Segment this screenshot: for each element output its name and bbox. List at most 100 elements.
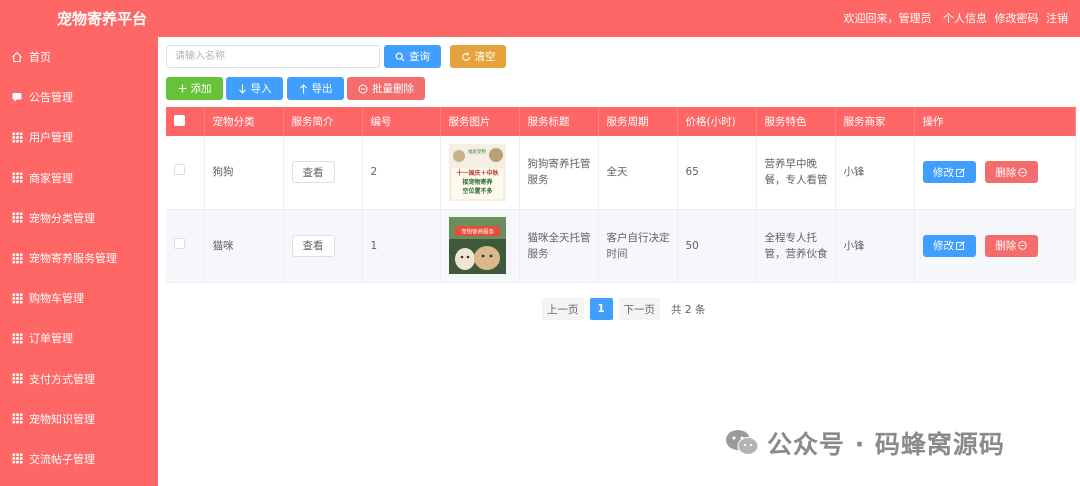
row-select-cell: [166, 136, 205, 210]
grid-icon: [10, 171, 24, 185]
arrow-down-icon: [238, 84, 246, 94]
edit-button[interactable]: 修改: [922, 161, 976, 184]
number-cell: 2: [362, 136, 441, 210]
column-header: 服务标题: [519, 107, 599, 136]
sidebar-item-label: 宠物分类管理: [29, 211, 95, 225]
grid-icon: [10, 211, 24, 225]
delete-button[interactable]: 删除: [984, 161, 1038, 184]
sidebar-item-label: 订单管理: [29, 332, 73, 346]
sidebar-item[interactable]: 购物车管理: [0, 278, 158, 318]
column-header: 服务周期: [598, 107, 678, 136]
actions-cell: 修改 删除: [914, 209, 1076, 283]
table-header-row: 宠物分类 服务简介 编号 服务图片 服务标题 服务周期 价格(小时) 服务特色 …: [166, 107, 1076, 136]
image-line-2: 接宠物寄养: [461, 178, 493, 186]
sidebar-item[interactable]: 公告管理: [0, 77, 158, 117]
merchant-cell: 小锋: [835, 209, 915, 283]
column-header: 服务图片: [440, 107, 520, 136]
view-intro-button[interactable]: 查看: [291, 234, 335, 257]
logout-link[interactable]: 注销: [1046, 12, 1068, 25]
column-header: 操作: [914, 107, 1076, 136]
batch-delete-button[interactable]: 批量删除: [347, 77, 425, 100]
prev-page-button[interactable]: 上一页: [542, 298, 584, 320]
header-user-area: 欢迎回来，管理员 个人信息 修改密码 注销: [840, 10, 1069, 26]
wechat-icon: [726, 430, 759, 455]
image-line-3: 空位置不多: [462, 187, 492, 195]
refresh-icon: [461, 51, 470, 61]
name-search-input[interactable]: [166, 45, 380, 68]
title-cell: 猫咪全天托管服务: [519, 209, 599, 283]
sidebar-item-label: 用户管理: [29, 131, 73, 145]
sidebar-item[interactable]: 交流帖子管理: [0, 439, 158, 479]
table-row: 狗狗 查看 2 福星宠物 十一国庆＋中秋 接宠物寄养 空位置不多 狗狗寄养托管服…: [166, 136, 1076, 210]
image-cell: 宠物寄养服务: [440, 209, 520, 283]
column-header: 编号: [362, 107, 441, 136]
intro-cell: 查看: [283, 209, 363, 283]
home-icon: [10, 50, 24, 64]
minus-circle-icon: [358, 84, 368, 93]
edit-icon: [956, 167, 965, 177]
add-button[interactable]: 添加: [166, 77, 223, 100]
top-header: 宠物寄养平台 欢迎回来，管理员 个人信息 修改密码 注销: [0, 0, 1080, 37]
cat-service-image: 宠物寄养服务: [448, 217, 506, 274]
grid-icon: [10, 130, 24, 144]
grid-icon: [10, 331, 24, 345]
sidebar-item-label: 交流帖子管理: [29, 452, 95, 466]
select-all-checkbox[interactable]: [174, 114, 185, 126]
title-cell: 狗狗寄养托管服务: [519, 136, 599, 210]
price-cell: 65: [677, 136, 757, 210]
import-button[interactable]: 导入: [226, 77, 283, 100]
query-button[interactable]: 查询: [384, 45, 441, 68]
image-caption: 福星宠物: [468, 148, 486, 155]
grid-icon: [10, 251, 24, 265]
grid-icon: [10, 412, 24, 426]
view-intro-button[interactable]: 查看: [291, 161, 335, 184]
welcome-text: 欢迎回来，管理员: [843, 12, 932, 25]
sidebar-item[interactable]: 商家管理: [0, 158, 158, 198]
total-count: 共 2 条: [666, 298, 711, 320]
sidebar-item-label: 购物车管理: [29, 292, 84, 306]
column-header: 价格(小时): [677, 107, 757, 136]
message-icon: [10, 90, 24, 104]
image-banner-text: 宠物寄养服务: [460, 228, 494, 236]
edit-button-label: 修改: [933, 166, 954, 179]
select-all-cell: [166, 107, 205, 136]
image-line-1: 十一国庆＋中秋: [456, 169, 499, 177]
price-cell: 50: [677, 209, 757, 283]
add-button-label: 添加: [190, 83, 212, 95]
sidebar-item[interactable]: 用户管理: [0, 117, 158, 157]
service-table: 宠物分类 服务简介 编号 服务图片 服务标题 服务周期 价格(小时) 服务特色 …: [166, 107, 1076, 283]
next-page-button[interactable]: 下一页: [618, 298, 660, 320]
change-password-link[interactable]: 修改密码: [995, 12, 1039, 25]
row-checkbox[interactable]: [174, 164, 185, 176]
edit-button-label: 修改: [933, 240, 954, 252]
minus-circle-icon: [1018, 241, 1028, 250]
grid-icon: [10, 372, 24, 386]
sidebar-item[interactable]: 宠物知识管理: [0, 399, 158, 439]
cycle-cell: 客户自行决定时间: [598, 209, 678, 283]
sidebar-item[interactable]: 订单管理: [0, 318, 158, 358]
watermark: 公众号 · 码蜂窝源码: [725, 425, 1005, 461]
merchant-cell: 小锋: [835, 136, 915, 210]
dog-service-image: 福星宠物 十一国庆＋中秋 接宠物寄养 空位置不多: [448, 143, 506, 201]
feature-cell: 全程专人托管，营养伙食: [756, 209, 836, 283]
page-number-button[interactable]: 1: [589, 298, 613, 320]
sidebar-item[interactable]: 宠物寄养服务管理: [0, 238, 158, 278]
sidebar-item-label: 宠物知识管理: [29, 412, 95, 426]
table-row: 猫咪 查看 1 宠物寄养服务 猫咪全天托管服务 客户自行决定时间 50 全程专人…: [166, 209, 1076, 283]
row-checkbox[interactable]: [174, 237, 185, 249]
edit-button[interactable]: 修改: [922, 234, 976, 257]
export-button[interactable]: 导出: [287, 77, 344, 100]
number-cell: 1: [362, 209, 441, 283]
profile-link[interactable]: 个人信息: [943, 12, 987, 25]
clear-button[interactable]: 清空: [450, 45, 506, 68]
category-cell: 狗狗: [204, 136, 284, 210]
row-select-cell: [166, 209, 205, 283]
sidebar-item-label: 宠物寄养服务管理: [29, 252, 117, 266]
column-header: 服务商家: [835, 107, 915, 136]
clear-button-label: 清空: [474, 51, 496, 63]
sidebar-item[interactable]: 宠物分类管理: [0, 198, 158, 238]
delete-button[interactable]: 删除: [984, 234, 1038, 257]
sidebar-item[interactable]: 支付方式管理: [0, 359, 158, 399]
sidebar-item[interactable]: 首页: [0, 37, 158, 77]
minus-circle-icon: [1018, 168, 1028, 177]
